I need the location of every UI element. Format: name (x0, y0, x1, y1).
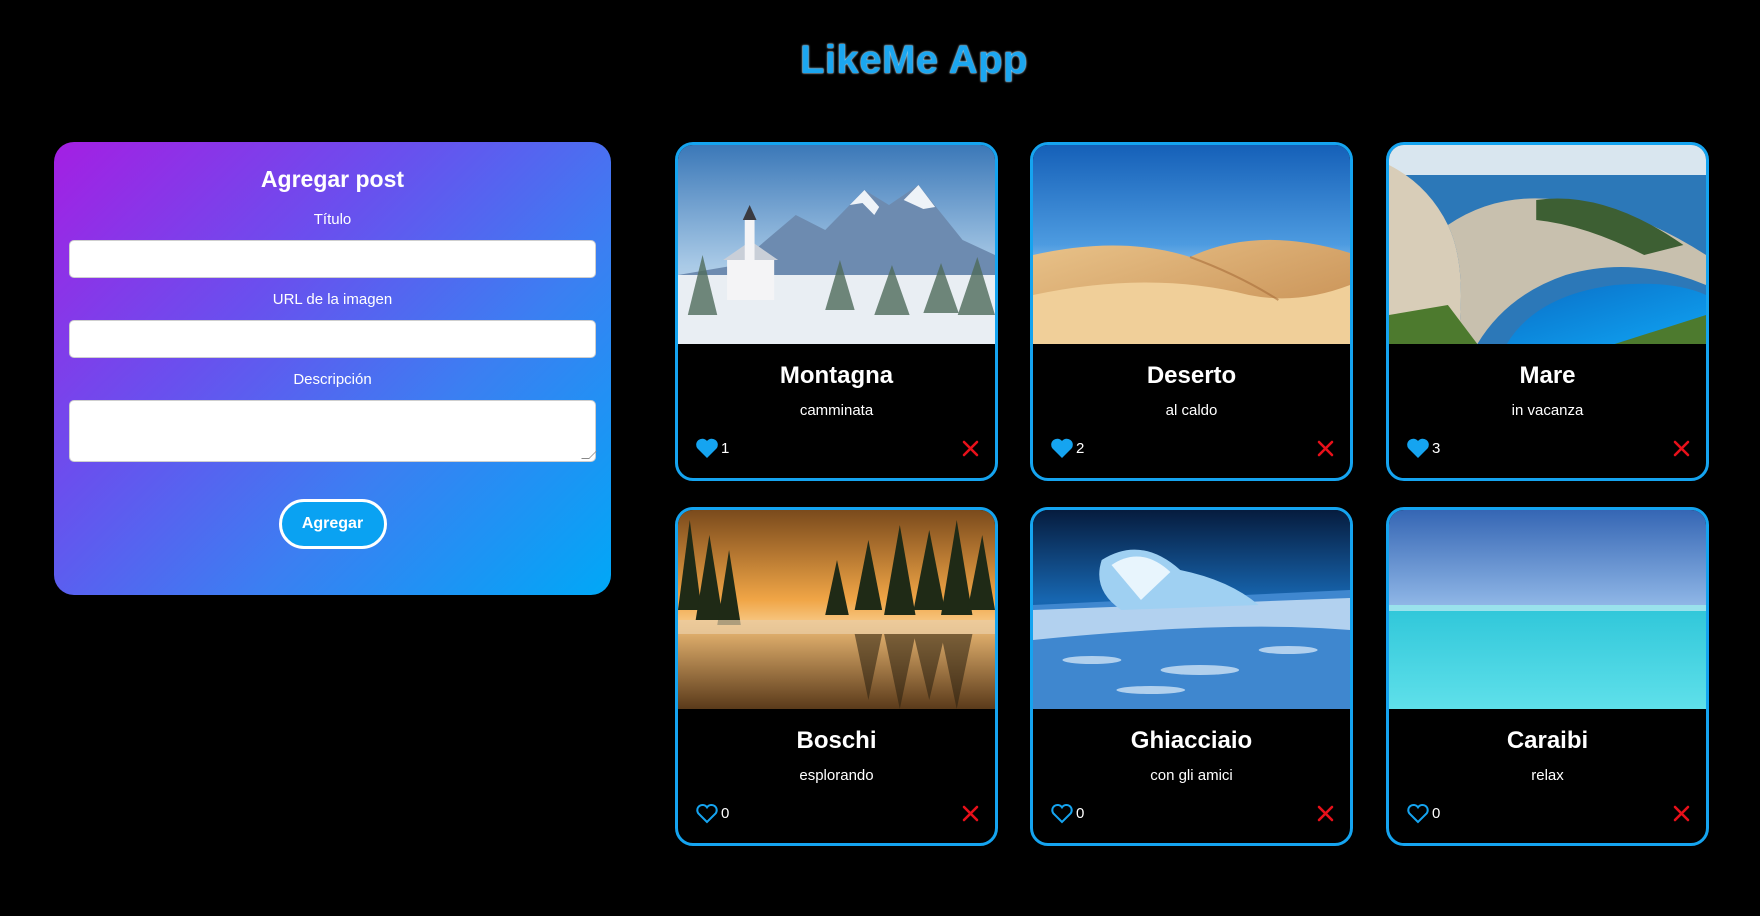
like-count: 3 (1432, 439, 1441, 457)
post-title: Montagna (779, 362, 894, 389)
delete-icon[interactable] (1673, 805, 1690, 822)
like-group: 0 (1050, 802, 1084, 824)
post-image (678, 510, 995, 709)
title-input[interactable] (69, 240, 596, 278)
form-heading: Agregar post (260, 166, 405, 192)
post-footer: 2 (1050, 436, 1334, 460)
like-count: 0 (1432, 804, 1441, 822)
post-card: Montagna camminata 1 (675, 142, 998, 481)
delete-icon[interactable] (962, 805, 979, 822)
post-footer: 0 (695, 801, 979, 825)
post-image (1389, 145, 1706, 344)
post-description: al caldo (1165, 402, 1218, 419)
post-title: Mare (1519, 362, 1576, 389)
post-card: Ghiacciaio con gli amici 0 (1030, 507, 1353, 846)
add-post-form: Agregar post Título URL de la imagen Des… (54, 142, 611, 595)
post-description: esplorando (799, 767, 874, 784)
image-url-label: URL de la imagen (272, 291, 393, 308)
add-post-button[interactable]: Agregar (278, 499, 387, 549)
delete-icon[interactable] (1317, 440, 1334, 457)
title-label: Título (313, 211, 352, 228)
delete-icon[interactable] (1317, 805, 1334, 822)
description-label: Descripción (293, 371, 372, 388)
app-title: LikeMe App (800, 38, 1028, 82)
like-count: 0 (1076, 804, 1085, 822)
post-card: Mare in vacanza 3 (1386, 142, 1709, 481)
post-footer: 1 (695, 436, 979, 460)
post-card: Caraibi relax 0 (1386, 507, 1709, 846)
heart-filled-icon[interactable] (1050, 437, 1074, 459)
image-url-input[interactable] (69, 320, 596, 358)
heart-outline-icon[interactable] (1050, 802, 1074, 824)
like-group: 1 (695, 437, 729, 459)
post-description: in vacanza (1511, 402, 1584, 419)
heart-filled-icon[interactable] (1406, 437, 1430, 459)
post-title: Boschi (796, 727, 877, 754)
post-footer: 0 (1050, 801, 1334, 825)
post-card: Boschi esplorando 0 (675, 507, 998, 846)
heart-outline-icon[interactable] (1406, 802, 1430, 824)
post-card: Deserto al caldo 2 (1030, 142, 1353, 481)
description-textarea[interactable] (69, 400, 596, 462)
post-description: con gli amici (1150, 767, 1233, 784)
delete-icon[interactable] (962, 440, 979, 457)
like-count: 0 (721, 804, 730, 822)
like-count: 1 (721, 439, 730, 457)
post-footer: 0 (1406, 801, 1690, 825)
like-count: 2 (1076, 439, 1085, 457)
post-image (1389, 510, 1706, 709)
heart-filled-icon[interactable] (695, 437, 719, 459)
like-group: 0 (695, 802, 729, 824)
post-title: Deserto (1146, 362, 1237, 389)
post-image (1033, 510, 1350, 709)
post-title: Caraibi (1506, 727, 1589, 754)
like-group: 0 (1406, 802, 1440, 824)
like-group: 2 (1050, 437, 1084, 459)
heart-outline-icon[interactable] (695, 802, 719, 824)
page: LikeMe App Agregar post Título URL de la… (0, 0, 1760, 916)
post-title: Ghiacciaio (1130, 727, 1253, 754)
like-group: 3 (1406, 437, 1440, 459)
post-image (1033, 145, 1350, 344)
delete-icon[interactable] (1673, 440, 1690, 457)
post-description: camminata (799, 402, 874, 419)
post-footer: 3 (1406, 436, 1690, 460)
post-description: relax (1531, 767, 1564, 784)
post-image (678, 145, 995, 344)
